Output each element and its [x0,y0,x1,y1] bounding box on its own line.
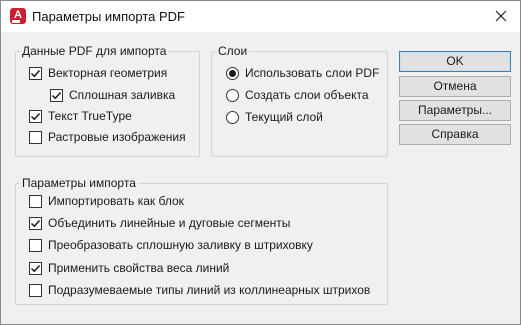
cancel-button[interactable]: Отмена [399,76,511,97]
checkbox-join-segments[interactable]: Объединить линейные и дуговые сегменты [29,214,290,232]
checkbox-label: Подразумеваемые типы линий из коллинеарн… [48,283,371,297]
checkbox-box[interactable] [29,238,42,252]
pdf-data-group: Данные PDF для импорта Векторная геометр… [15,44,200,157]
checkbox-label: Преобразовать сплошную заливку в штрихов… [48,238,313,252]
close-button[interactable] [486,2,516,30]
ok-button[interactable]: OK [399,51,511,72]
radio-label: Создать слои объекта [245,88,369,102]
pdf-data-group-legend: Данные PDF для импорта [20,44,169,58]
checkbox-box[interactable] [29,66,42,80]
checkbox-vector-geometry[interactable]: Векторная геометрия [29,64,167,82]
checkbox-box[interactable] [29,194,42,208]
checkbox-label: Применить свойства веса линий [48,261,230,275]
import-options-group-legend: Параметры импорта [20,176,138,190]
checkbox-label: Сплошная заливка [69,88,176,102]
checkbox-import-as-block[interactable]: Импортировать как блок [29,192,184,210]
title-bar: A Параметры импорта PDF [1,1,520,32]
radio-label: Использовать слои PDF [245,66,380,80]
checkbox-solid-fill[interactable]: Сплошная заливка [50,86,175,104]
radio-current-layer[interactable]: Текущий слой [226,108,323,126]
radio-button[interactable] [226,110,239,124]
checkbox-apply-lineweight[interactable]: Применить свойства веса линий [29,259,229,277]
layers-group: Слои Использовать слои PDF Создать слои … [211,44,388,157]
radio-label: Текущий слой [245,110,323,124]
autocad-app-icon: A [10,8,26,24]
checkbox-box[interactable] [29,283,42,297]
close-icon [495,10,507,22]
checkbox-box[interactable] [29,216,42,230]
import-options-group: Параметры импорта Импортировать как блок… [15,176,388,305]
checkbox-box[interactable] [50,88,63,102]
checkbox-label: Импортировать как блок [48,194,184,208]
checkbox-label: Векторная геометрия [48,66,168,80]
checkbox-convert-fill-to-hatch[interactable]: Преобразовать сплошную заливку в штрихов… [29,236,313,254]
settings-button[interactable]: Параметры... [399,100,511,121]
dialog-window: A Параметры импорта PDF Данные PDF для и… [0,0,521,325]
checkbox-label: Растровые изображения [48,130,186,144]
checkbox-box[interactable] [29,130,42,144]
radio-create-object-layers[interactable]: Создать слои объекта [226,86,369,104]
checkbox-truetype-text[interactable]: Текст TrueType [29,107,132,125]
help-button[interactable]: Справка [399,124,511,145]
checkbox-label: Объединить линейные и дуговые сегменты [48,216,291,230]
checkbox-raster-images[interactable]: Растровые изображения [29,128,186,146]
checkbox-box[interactable] [29,261,42,275]
layers-group-legend: Слои [216,44,250,58]
radio-button[interactable] [226,88,239,102]
checkbox-box[interactable] [29,109,42,123]
checkbox-label: Текст TrueType [48,109,132,123]
radio-button[interactable] [226,66,239,80]
checkbox-infer-linetypes[interactable]: Подразумеваемые типы линий из коллинеарн… [29,281,370,299]
window-title: Параметры импорта PDF [32,9,185,24]
radio-use-pdf-layers[interactable]: Использовать слои PDF [226,64,379,82]
